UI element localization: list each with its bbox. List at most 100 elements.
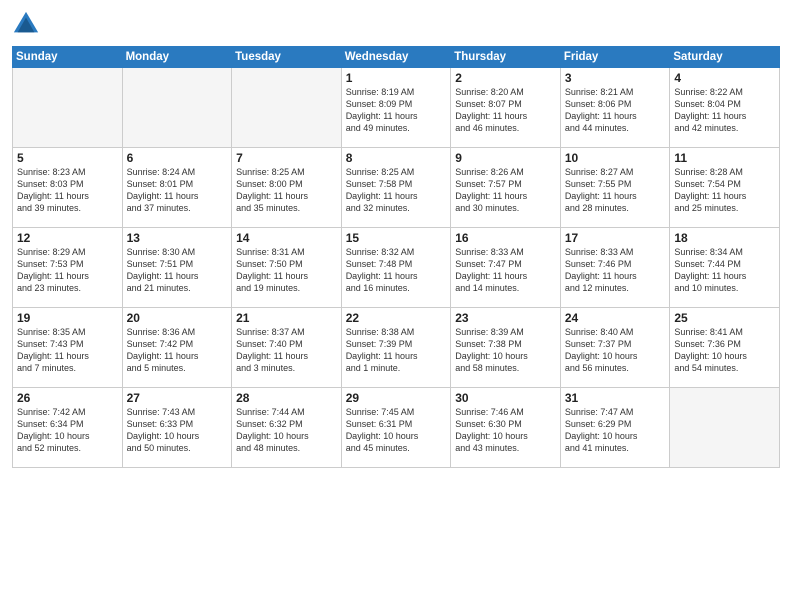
calendar-cell: [670, 388, 780, 468]
day-number: 31: [565, 391, 666, 405]
logo: [12, 10, 44, 38]
day-number: 10: [565, 151, 666, 165]
day-number: 4: [674, 71, 775, 85]
cell-info: Sunrise: 8:41 AM Sunset: 7:36 PM Dayligh…: [674, 326, 775, 375]
cell-info: Sunrise: 8:24 AM Sunset: 8:01 PM Dayligh…: [127, 166, 228, 215]
day-number: 14: [236, 231, 337, 245]
calendar-cell: 22Sunrise: 8:38 AM Sunset: 7:39 PM Dayli…: [341, 308, 451, 388]
cell-info: Sunrise: 7:43 AM Sunset: 6:33 PM Dayligh…: [127, 406, 228, 455]
day-number: 12: [17, 231, 118, 245]
calendar-cell: 16Sunrise: 8:33 AM Sunset: 7:47 PM Dayli…: [451, 228, 561, 308]
day-number: 2: [455, 71, 556, 85]
day-number: 11: [674, 151, 775, 165]
day-number: 27: [127, 391, 228, 405]
cell-info: Sunrise: 7:44 AM Sunset: 6:32 PM Dayligh…: [236, 406, 337, 455]
cell-info: Sunrise: 8:36 AM Sunset: 7:42 PM Dayligh…: [127, 326, 228, 375]
cell-info: Sunrise: 8:33 AM Sunset: 7:46 PM Dayligh…: [565, 246, 666, 295]
day-number: 13: [127, 231, 228, 245]
day-number: 1: [346, 71, 447, 85]
calendar-cell: 28Sunrise: 7:44 AM Sunset: 6:32 PM Dayli…: [232, 388, 342, 468]
day-header-saturday: Saturday: [670, 47, 780, 68]
day-number: 22: [346, 311, 447, 325]
cell-info: Sunrise: 8:35 AM Sunset: 7:43 PM Dayligh…: [17, 326, 118, 375]
day-header-tuesday: Tuesday: [232, 47, 342, 68]
header: [12, 10, 780, 38]
day-number: 26: [17, 391, 118, 405]
calendar-cell: 24Sunrise: 8:40 AM Sunset: 7:37 PM Dayli…: [560, 308, 670, 388]
calendar-week-0: 1Sunrise: 8:19 AM Sunset: 8:09 PM Daylig…: [13, 68, 780, 148]
calendar-cell: 14Sunrise: 8:31 AM Sunset: 7:50 PM Dayli…: [232, 228, 342, 308]
calendar-cell: 29Sunrise: 7:45 AM Sunset: 6:31 PM Dayli…: [341, 388, 451, 468]
calendar-cell: 23Sunrise: 8:39 AM Sunset: 7:38 PM Dayli…: [451, 308, 561, 388]
calendar-cell: 1Sunrise: 8:19 AM Sunset: 8:09 PM Daylig…: [341, 68, 451, 148]
day-number: 30: [455, 391, 556, 405]
day-number: 9: [455, 151, 556, 165]
calendar-cell: 6Sunrise: 8:24 AM Sunset: 8:01 PM Daylig…: [122, 148, 232, 228]
day-header-thursday: Thursday: [451, 47, 561, 68]
day-header-sunday: Sunday: [13, 47, 123, 68]
cell-info: Sunrise: 8:23 AM Sunset: 8:03 PM Dayligh…: [17, 166, 118, 215]
cell-info: Sunrise: 8:25 AM Sunset: 8:00 PM Dayligh…: [236, 166, 337, 215]
calendar-table: SundayMondayTuesdayWednesdayThursdayFrid…: [12, 46, 780, 468]
day-number: 24: [565, 311, 666, 325]
day-number: 18: [674, 231, 775, 245]
cell-info: Sunrise: 8:19 AM Sunset: 8:09 PM Dayligh…: [346, 86, 447, 135]
calendar-cell: 26Sunrise: 7:42 AM Sunset: 6:34 PM Dayli…: [13, 388, 123, 468]
cell-info: Sunrise: 8:31 AM Sunset: 7:50 PM Dayligh…: [236, 246, 337, 295]
cell-info: Sunrise: 8:26 AM Sunset: 7:57 PM Dayligh…: [455, 166, 556, 215]
calendar-cell: 17Sunrise: 8:33 AM Sunset: 7:46 PM Dayli…: [560, 228, 670, 308]
day-number: 6: [127, 151, 228, 165]
calendar-week-2: 12Sunrise: 8:29 AM Sunset: 7:53 PM Dayli…: [13, 228, 780, 308]
calendar-cell: 11Sunrise: 8:28 AM Sunset: 7:54 PM Dayli…: [670, 148, 780, 228]
cell-info: Sunrise: 8:21 AM Sunset: 8:06 PM Dayligh…: [565, 86, 666, 135]
cell-info: Sunrise: 8:34 AM Sunset: 7:44 PM Dayligh…: [674, 246, 775, 295]
cell-info: Sunrise: 8:29 AM Sunset: 7:53 PM Dayligh…: [17, 246, 118, 295]
calendar-cell: 9Sunrise: 8:26 AM Sunset: 7:57 PM Daylig…: [451, 148, 561, 228]
calendar-cell: 12Sunrise: 8:29 AM Sunset: 7:53 PM Dayli…: [13, 228, 123, 308]
calendar-cell: 5Sunrise: 8:23 AM Sunset: 8:03 PM Daylig…: [13, 148, 123, 228]
cell-info: Sunrise: 7:45 AM Sunset: 6:31 PM Dayligh…: [346, 406, 447, 455]
cell-info: Sunrise: 8:28 AM Sunset: 7:54 PM Dayligh…: [674, 166, 775, 215]
day-number: 25: [674, 311, 775, 325]
calendar-cell: 18Sunrise: 8:34 AM Sunset: 7:44 PM Dayli…: [670, 228, 780, 308]
day-number: 16: [455, 231, 556, 245]
calendar-cell: 8Sunrise: 8:25 AM Sunset: 7:58 PM Daylig…: [341, 148, 451, 228]
day-number: 21: [236, 311, 337, 325]
day-header-wednesday: Wednesday: [341, 47, 451, 68]
page-container: SundayMondayTuesdayWednesdayThursdayFrid…: [0, 0, 792, 612]
logo-icon: [12, 10, 40, 38]
cell-info: Sunrise: 7:46 AM Sunset: 6:30 PM Dayligh…: [455, 406, 556, 455]
calendar-week-1: 5Sunrise: 8:23 AM Sunset: 8:03 PM Daylig…: [13, 148, 780, 228]
day-number: 3: [565, 71, 666, 85]
calendar-cell: 4Sunrise: 8:22 AM Sunset: 8:04 PM Daylig…: [670, 68, 780, 148]
day-header-monday: Monday: [122, 47, 232, 68]
calendar-cell: [232, 68, 342, 148]
calendar-week-4: 26Sunrise: 7:42 AM Sunset: 6:34 PM Dayli…: [13, 388, 780, 468]
calendar-cell: 13Sunrise: 8:30 AM Sunset: 7:51 PM Dayli…: [122, 228, 232, 308]
calendar-cell: 30Sunrise: 7:46 AM Sunset: 6:30 PM Dayli…: [451, 388, 561, 468]
calendar-header-row: SundayMondayTuesdayWednesdayThursdayFrid…: [13, 47, 780, 68]
day-number: 8: [346, 151, 447, 165]
cell-info: Sunrise: 7:47 AM Sunset: 6:29 PM Dayligh…: [565, 406, 666, 455]
day-number: 5: [17, 151, 118, 165]
day-number: 17: [565, 231, 666, 245]
cell-info: Sunrise: 8:40 AM Sunset: 7:37 PM Dayligh…: [565, 326, 666, 375]
day-header-friday: Friday: [560, 47, 670, 68]
calendar-cell: 31Sunrise: 7:47 AM Sunset: 6:29 PM Dayli…: [560, 388, 670, 468]
cell-info: Sunrise: 7:42 AM Sunset: 6:34 PM Dayligh…: [17, 406, 118, 455]
calendar-cell: 2Sunrise: 8:20 AM Sunset: 8:07 PM Daylig…: [451, 68, 561, 148]
day-number: 20: [127, 311, 228, 325]
cell-info: Sunrise: 8:22 AM Sunset: 8:04 PM Dayligh…: [674, 86, 775, 135]
cell-info: Sunrise: 8:30 AM Sunset: 7:51 PM Dayligh…: [127, 246, 228, 295]
day-number: 23: [455, 311, 556, 325]
calendar-cell: 27Sunrise: 7:43 AM Sunset: 6:33 PM Dayli…: [122, 388, 232, 468]
calendar-cell: 21Sunrise: 8:37 AM Sunset: 7:40 PM Dayli…: [232, 308, 342, 388]
day-number: 29: [346, 391, 447, 405]
calendar-week-3: 19Sunrise: 8:35 AM Sunset: 7:43 PM Dayli…: [13, 308, 780, 388]
calendar-cell: 3Sunrise: 8:21 AM Sunset: 8:06 PM Daylig…: [560, 68, 670, 148]
day-number: 28: [236, 391, 337, 405]
calendar-cell: 7Sunrise: 8:25 AM Sunset: 8:00 PM Daylig…: [232, 148, 342, 228]
day-number: 7: [236, 151, 337, 165]
cell-info: Sunrise: 8:20 AM Sunset: 8:07 PM Dayligh…: [455, 86, 556, 135]
calendar-cell: 25Sunrise: 8:41 AM Sunset: 7:36 PM Dayli…: [670, 308, 780, 388]
